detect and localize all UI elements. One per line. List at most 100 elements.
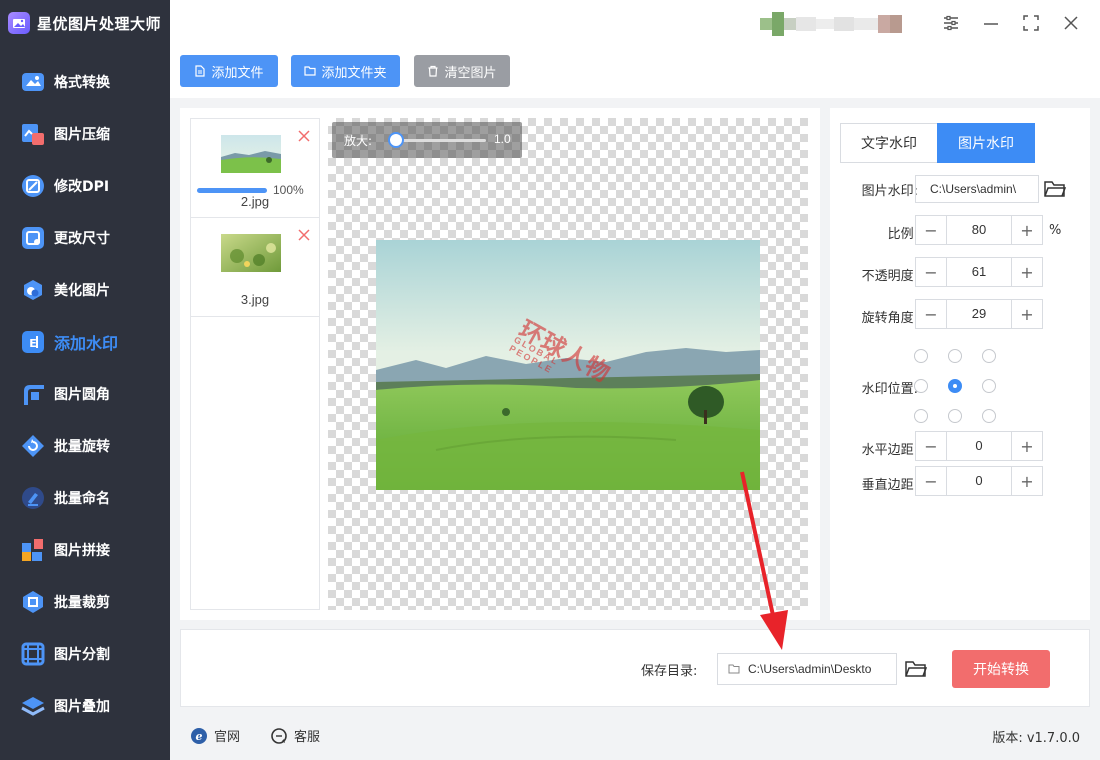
preview-image: 环球人物 GLOBAL PEOPLE [376,240,760,490]
horizontal-margin-value-field[interactable]: 0 [946,432,1012,460]
vertical-margin-value-field[interactable]: 0 [946,467,1012,495]
scale-increment-button[interactable]: + [1012,216,1042,244]
position-radio-top-right[interactable] [982,349,996,363]
position-radio-middle-left[interactable] [914,379,928,393]
rotation-increment-button[interactable]: + [1012,300,1042,328]
stitch-icon [20,537,46,563]
clear-images-button[interactable]: 清空图片 [414,55,510,87]
svg-text:E: E [29,337,37,350]
rotation-value-field[interactable]: 29 [946,300,1012,328]
split-icon [20,641,46,667]
title-bar [170,0,1100,46]
opacity-value-field[interactable]: 61 [946,258,1012,286]
sidebar-item-format-convert[interactable]: 格式转换 [0,56,170,108]
sidebar-item-resize[interactable]: 更改尺寸 [0,212,170,264]
browse-save-folder-icon[interactable] [905,659,927,679]
zoom-slider-track[interactable] [394,139,486,142]
compress-icon [20,121,46,147]
user-avatar[interactable] [760,7,920,41]
scale-decrement-button[interactable]: − [916,216,946,244]
rename-icon [20,485,46,511]
sidebar-item-beautify[interactable]: 美化图片 [0,264,170,316]
file-name: 2.jpg [240,194,270,209]
start-convert-button[interactable]: 开始转换 [952,650,1050,688]
footer: e 官网 客服 版本: v1.7.0.0 [170,712,1100,760]
vertical-margin-increment-button[interactable]: + [1012,467,1042,495]
add-folder-button[interactable]: 添加文件夹 [291,55,400,87]
overlay-icon [20,693,46,719]
save-directory-path: C:\Users\admin\Deskto [748,662,872,676]
add-file-button[interactable]: 添加文件 [180,55,278,87]
file-icon [195,65,206,77]
sidebar-item-dpi[interactable]: 修改DPI [0,160,170,212]
app-logo-icon [8,12,30,34]
position-radio-top-center[interactable] [948,349,962,363]
sidebar-item-crop[interactable]: 批量裁剪 [0,576,170,628]
horizontal-margin-decrement-button[interactable]: − [916,432,946,460]
position-radio-bottom-center[interactable] [948,409,962,423]
sidebar-item-label: 更改尺寸 [54,231,110,247]
maximize-icon[interactable] [1020,12,1042,34]
position-radio-top-left[interactable] [914,349,928,363]
sidebar-item-stitch[interactable]: 图片拼接 [0,524,170,576]
beautify-icon [20,277,46,303]
rotation-decrement-button[interactable]: − [916,300,946,328]
upload-progress-bar [197,188,267,193]
save-directory-field[interactable]: C:\Users\admin\Deskto [717,653,897,685]
opacity-decrement-button[interactable]: − [916,258,946,286]
position-label: 水印位置: [861,382,918,397]
sidebar-item-watermark[interactable]: E 添加水印 [0,316,170,368]
zoom-slider-handle[interactable] [388,132,404,148]
image-watermark-label: 图片水印: [861,184,918,199]
position-radio-center[interactable] [948,379,962,393]
browser-e-icon: e [191,727,207,744]
app-title-bar: 星优图片处理大师 [0,0,170,46]
position-radio-bottom-right[interactable] [982,409,996,423]
watermark-icon: E [20,329,46,355]
file-list-item[interactable]: 100% 2.jpg [191,119,319,218]
main-workspace: 100% 2.jpg 3.jpg 放大: 1.0 环球人物 GLOBAL PEO… [180,108,820,620]
file-list: 100% 2.jpg 3.jpg [190,118,320,610]
dpi-icon [20,173,46,199]
settings-icon[interactable] [940,12,962,34]
rotate-icon [20,433,46,459]
scale-unit: % [1049,223,1062,238]
format-convert-icon [20,69,46,95]
opacity-increment-button[interactable]: + [1012,258,1042,286]
tab-text-watermark[interactable]: 文字水印 [840,123,938,163]
browse-folder-icon[interactable] [1044,179,1066,199]
folder-icon [728,664,740,674]
sidebar-item-split[interactable]: 图片分割 [0,628,170,680]
position-radio-middle-right[interactable] [982,379,996,393]
file-name: 3.jpg [240,292,270,307]
image-watermark-path-field[interactable]: C:\Users\admin\ [915,175,1039,203]
horizontal-margin-increment-button[interactable]: + [1012,432,1042,460]
minimize-icon[interactable] [980,12,1002,34]
website-link-label: 官网 [214,730,241,745]
horizontal-margin-stepper: − 0 + [915,431,1043,461]
file-list-item[interactable]: 3.jpg [191,218,319,317]
zoom-value: 1.0 [494,132,511,146]
support-link[interactable]: 客服 [270,726,320,745]
sidebar-item-label: 添加水印 [54,334,119,353]
remove-file-icon[interactable] [297,129,311,143]
website-link[interactable]: e 官网 [190,726,240,745]
sidebar-item-label: 图片叠加 [54,699,110,715]
vertical-margin-decrement-button[interactable]: − [916,467,946,495]
opacity-stepper: − 61 + [915,257,1043,287]
clear-images-label: 清空图片 [444,65,497,81]
sidebar-item-label: 图片拼接 [54,543,110,559]
sidebar-item-rotate[interactable]: 批量旋转 [0,420,170,472]
sidebar-item-compress[interactable]: 图片压缩 [0,108,170,160]
sidebar-item-overlay[interactable]: 图片叠加 [0,680,170,732]
position-radio-bottom-left[interactable] [914,409,928,423]
scale-value-field[interactable]: 80 [946,216,1012,244]
sidebar-item-rename[interactable]: 批量命名 [0,472,170,524]
close-icon[interactable] [1060,12,1082,34]
scale-label: 比例: [887,227,918,242]
tab-image-watermark[interactable]: 图片水印 [937,123,1035,163]
remove-file-icon[interactable] [297,228,311,242]
image-preview: 放大: 1.0 环球人物 GLOBAL PEOPLE [328,118,808,610]
sidebar-item-label: 图片压缩 [54,127,110,143]
sidebar-item-round-corner[interactable]: 图片圆角 [0,368,170,420]
